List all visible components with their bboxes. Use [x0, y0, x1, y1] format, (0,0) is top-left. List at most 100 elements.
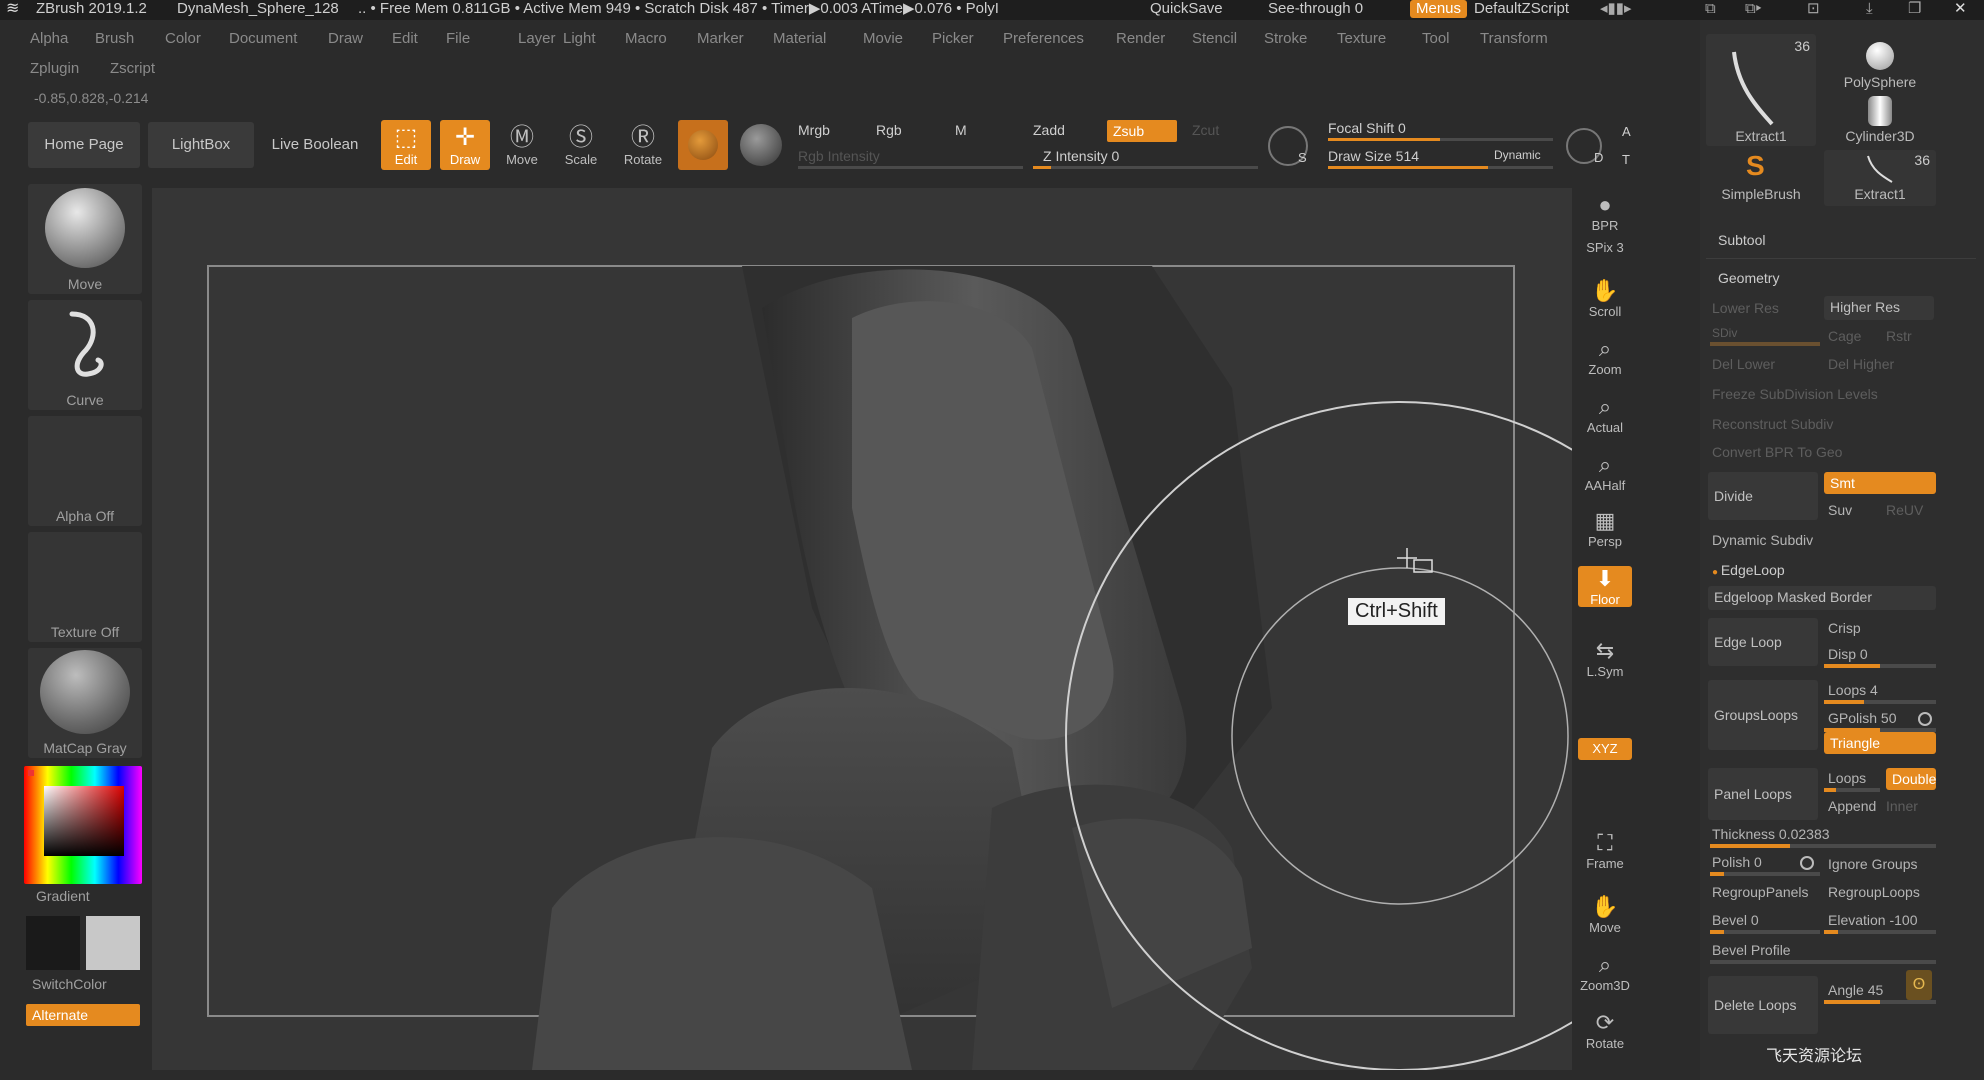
draw-button[interactable]: ✛ Draw: [440, 120, 490, 170]
dynamic-subdiv-header[interactable]: Dynamic Subdiv: [1712, 532, 1813, 548]
tool-thumb-extract1-bottom[interactable]: 36 Extract1: [1824, 150, 1936, 206]
disp-slider[interactable]: [1824, 664, 1936, 668]
regroup-panels-toggle[interactable]: RegroupPanels: [1712, 884, 1809, 900]
switchcolor-button[interactable]: SwitchColor: [32, 976, 107, 992]
menu-alpha[interactable]: Alpha: [30, 30, 68, 48]
panel-loops-slider[interactable]: [1824, 788, 1880, 792]
layout-icon[interactable]: ◂▮▮▸: [1600, 0, 1632, 18]
m-button[interactable]: M: [955, 122, 967, 138]
draw-size-slider[interactable]: [1328, 166, 1553, 169]
menu-render[interactable]: Render: [1116, 30, 1165, 48]
shelf-frame-button[interactable]: ⛶ Frame: [1578, 830, 1632, 871]
polish-circle-icon[interactable]: [1800, 856, 1814, 870]
shelf-move-button[interactable]: ✋ Move: [1578, 894, 1632, 935]
shelf-aahalf-button[interactable]: ⌕ AAHalf: [1578, 452, 1632, 493]
double-toggle[interactable]: Double: [1886, 768, 1936, 790]
minimize-icon[interactable]: ⤓: [1866, 0, 1873, 18]
triangle-toggle[interactable]: Triangle: [1824, 732, 1936, 754]
stroke-selector[interactable]: Curve: [28, 300, 142, 410]
color-square[interactable]: [44, 786, 124, 856]
menu-tool[interactable]: Tool: [1422, 30, 1450, 48]
shelf-bpr-button[interactable]: ● BPR: [1578, 192, 1632, 233]
tool-thumb-cylinder3d[interactable]: Cylinder3D: [1824, 92, 1936, 148]
lower-res-button[interactable]: Lower Res: [1712, 300, 1779, 316]
dynamic-button[interactable]: Dynamic: [1494, 148, 1541, 162]
shelf-xyz-button[interactable]: XYZ: [1578, 738, 1632, 760]
menu-picker[interactable]: Picker: [932, 30, 974, 48]
shelf-zoom3d-button[interactable]: ⌕ Zoom3D: [1578, 952, 1632, 993]
move-button[interactable]: Ⓜ Move: [497, 120, 547, 170]
convert-bpr-button[interactable]: Convert BPR To Geo: [1712, 444, 1842, 460]
edit-button[interactable]: ⬚ Edit: [381, 120, 431, 170]
color-sphere-icon[interactable]: [740, 124, 782, 166]
mrgb-button[interactable]: Mrgb: [798, 122, 830, 138]
lightbox-button[interactable]: LightBox: [148, 122, 254, 168]
polish-slider[interactable]: [1710, 872, 1820, 876]
rotate-button[interactable]: Ⓡ Rotate: [618, 120, 668, 170]
elevation-slider[interactable]: [1824, 930, 1936, 934]
del-higher-button[interactable]: Del Higher: [1828, 356, 1894, 372]
menu-stencil[interactable]: Stencil: [1192, 30, 1237, 48]
menu-macro[interactable]: Macro: [625, 30, 667, 48]
menu-file[interactable]: File: [446, 30, 470, 48]
menu-material[interactable]: Material: [773, 30, 826, 48]
zcut-button[interactable]: Zcut: [1192, 122, 1219, 138]
freeze-subdiv-button[interactable]: Freeze SubDivision Levels: [1712, 386, 1878, 402]
alpha-selector[interactable]: Alpha Off: [28, 416, 142, 526]
menu-transform[interactable]: Transform: [1480, 30, 1548, 48]
menu-preferences[interactable]: Preferences: [1003, 30, 1084, 48]
scale-button[interactable]: Ⓢ Scale: [556, 120, 606, 170]
menu-draw[interactable]: Draw: [328, 30, 363, 48]
close-icon[interactable]: ✕: [1954, 0, 1967, 18]
gpolish-circle-icon[interactable]: [1918, 712, 1932, 726]
z-intensity-slider[interactable]: [1033, 166, 1258, 169]
higher-res-button[interactable]: Higher Res: [1824, 296, 1934, 320]
menu-edit[interactable]: Edit: [392, 30, 418, 48]
texture-selector[interactable]: Texture Off: [28, 532, 142, 642]
menu-zplugin[interactable]: Zplugin: [30, 60, 79, 78]
material-swatch-button[interactable]: [678, 120, 728, 170]
shelf-floor-button[interactable]: ⬇ Floor: [1578, 566, 1632, 607]
inner-toggle[interactable]: Inner: [1886, 798, 1918, 814]
rgb-intensity-slider[interactable]: [798, 166, 1023, 169]
menu-zscript[interactable]: Zscript: [110, 60, 155, 78]
tool-thumb-simplebrush[interactable]: S SimpleBrush: [1706, 150, 1816, 206]
home-page-button[interactable]: Home Page: [28, 122, 140, 168]
default-zscript-button[interactable]: DefaultZScript: [1474, 0, 1569, 18]
menu-marker[interactable]: Marker: [697, 30, 744, 48]
brush-selector[interactable]: Move: [28, 184, 142, 294]
live-boolean-button[interactable]: Live Boolean: [262, 122, 368, 168]
menus-button[interactable]: Menus: [1410, 0, 1468, 18]
shelf-scroll-button[interactable]: ✋ Scroll: [1578, 278, 1632, 319]
layout2-icon[interactable]: ⧉▸: [1745, 0, 1762, 18]
loops-slider[interactable]: [1824, 700, 1936, 704]
bevel-profile-curve[interactable]: [1710, 960, 1936, 964]
maximize-icon[interactable]: ❐: [1908, 0, 1921, 18]
focal-shift-slider[interactable]: [1328, 138, 1553, 141]
rstr-button[interactable]: Rstr: [1886, 328, 1912, 344]
shelf-spix-3-button[interactable]: SPix 3: [1578, 240, 1632, 255]
groupsloops-button[interactable]: GroupsLoops: [1708, 680, 1818, 750]
window-icon[interactable]: ⧉: [1705, 0, 1716, 18]
lock-icon[interactable]: ⊡: [1807, 0, 1820, 18]
zsub-button[interactable]: Zsub: [1107, 120, 1177, 142]
rgb-button[interactable]: Rgb: [876, 122, 902, 138]
regroup-loops-toggle[interactable]: RegroupLoops: [1828, 884, 1920, 900]
menu-document[interactable]: Document: [229, 30, 297, 48]
color-picker[interactable]: [24, 766, 142, 884]
tool-thumb-extract1-top[interactable]: 36 Extract1: [1706, 34, 1816, 146]
main-color-swatch[interactable]: [26, 916, 80, 970]
quicksave-button[interactable]: QuickSave: [1150, 0, 1223, 18]
menu-stroke[interactable]: Stroke: [1264, 30, 1307, 48]
sdiv-slider[interactable]: [1710, 342, 1820, 346]
secondary-color-swatch[interactable]: [86, 916, 140, 970]
crisp-toggle[interactable]: Crisp: [1828, 620, 1861, 636]
zadd-button[interactable]: Zadd: [1033, 122, 1065, 138]
thickness-slider[interactable]: [1710, 844, 1936, 848]
smt-toggle[interactable]: Smt: [1824, 472, 1936, 494]
alternate-button[interactable]: Alternate: [26, 1004, 140, 1026]
bevel-slider[interactable]: [1710, 930, 1820, 934]
panel-loops-button[interactable]: Panel Loops: [1708, 768, 1818, 820]
menu-movie[interactable]: Movie: [863, 30, 903, 48]
tool-thumb-polysphere[interactable]: PolySphere: [1824, 34, 1936, 92]
